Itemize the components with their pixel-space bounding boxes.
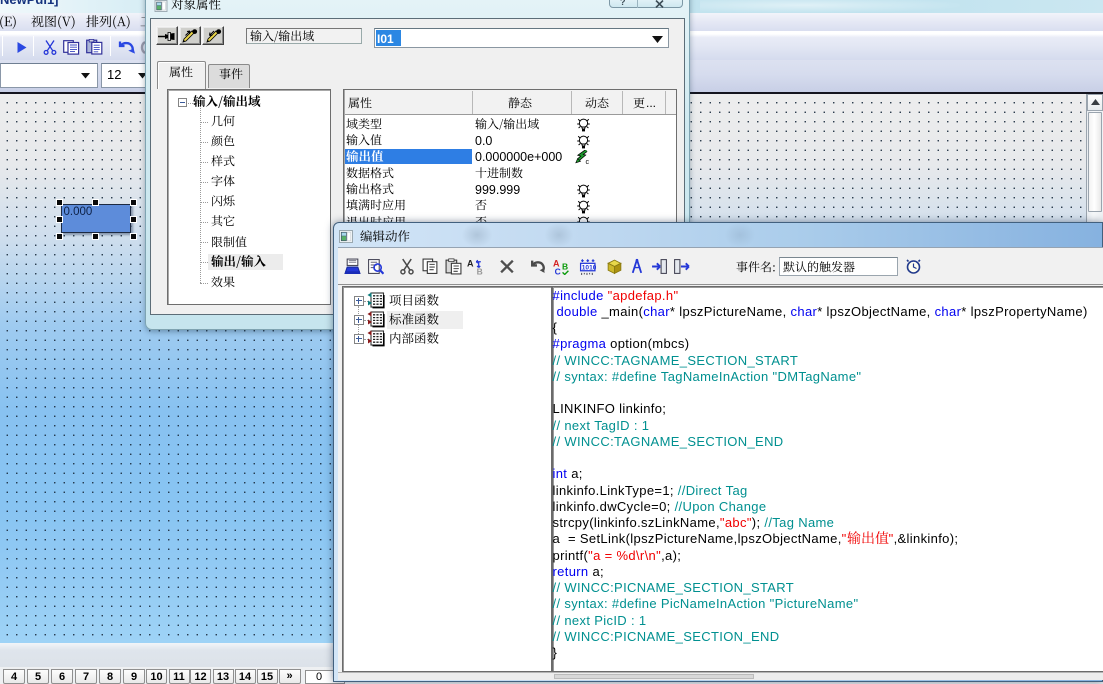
svg-text:C: C (555, 266, 561, 275)
svg-text:B: B (562, 262, 568, 272)
svg-text:A: A (467, 259, 474, 269)
svg-text:c: c (586, 159, 590, 165)
svg-text:1010: 1010 (582, 264, 596, 271)
svg-text:B: B (477, 266, 483, 275)
